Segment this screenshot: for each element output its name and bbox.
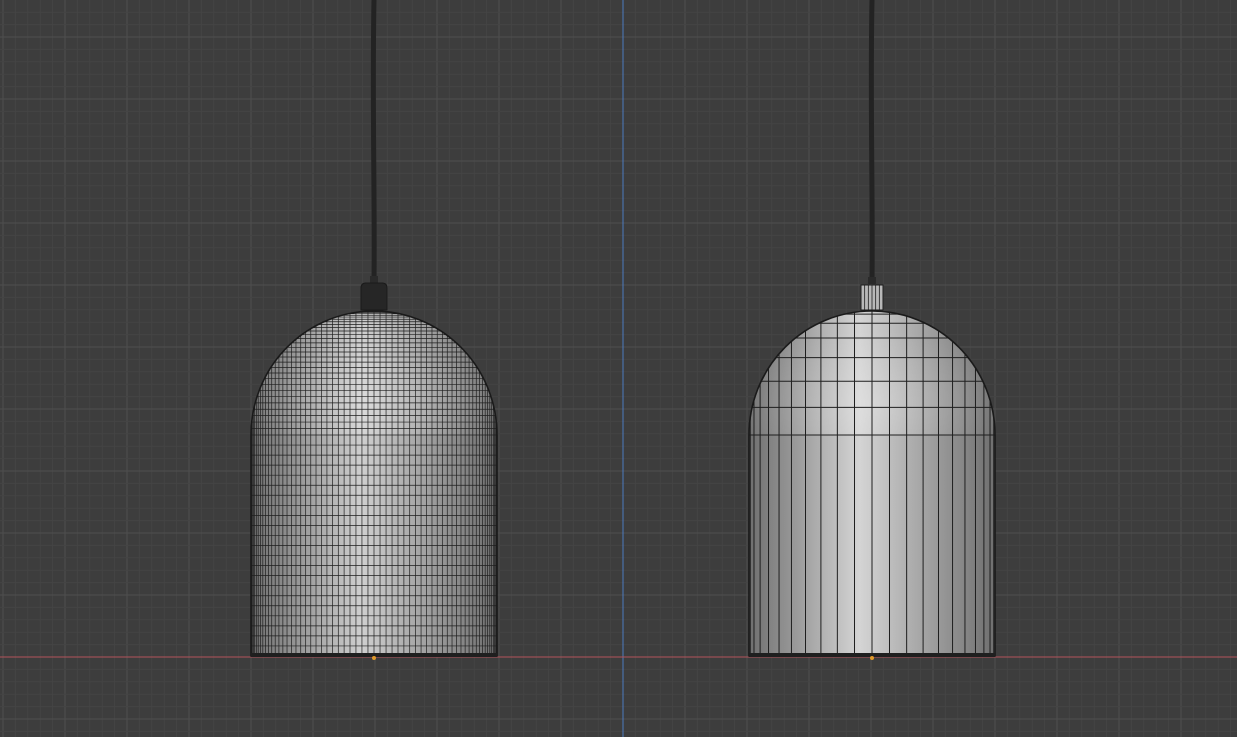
origin-marker	[372, 656, 376, 660]
socket-cap	[360, 282, 388, 311]
cable	[370, 0, 377, 281]
cable-grip	[868, 277, 876, 284]
viewport-background	[0, 0, 1237, 737]
origin-marker	[870, 656, 874, 660]
viewport-scene[interactable]	[0, 0, 1237, 737]
cable	[868, 0, 875, 281]
3d-viewport[interactable]	[0, 0, 1237, 737]
